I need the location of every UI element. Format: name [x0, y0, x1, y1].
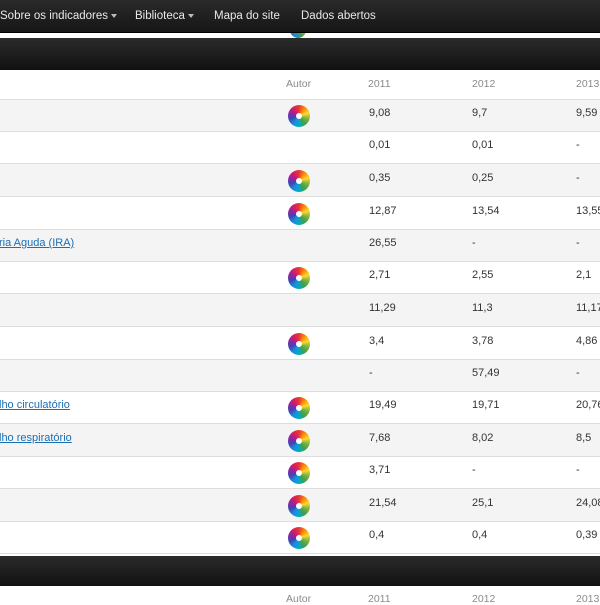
value-cell-2013: - — [576, 367, 580, 379]
header-year-2011: 2011 — [368, 593, 391, 605]
value-cell-2012: 0,25 — [472, 172, 494, 184]
header-year-2012: 2012 — [472, 78, 496, 90]
value-cell-2013: 24,08 — [576, 497, 600, 509]
indicator-name-link[interactable]: ria Aguda (IRA) — [0, 237, 74, 249]
value-cell-2013: 4,86 — [576, 335, 598, 347]
value-cell-2011: - — [369, 367, 373, 379]
nav-sobre-label: Sobre os indicadores — [0, 10, 109, 22]
value-cell-2011: 0,35 — [369, 172, 391, 184]
nav-mapa-do-site[interactable]: Mapa do site — [214, 0, 280, 32]
table-row: ria Aguda (IRA) 26,55 - - — [0, 230, 600, 262]
table-row: 0,35 0,25 - — [0, 164, 600, 197]
table-row: 0,01 0,01 - — [0, 132, 600, 164]
author-logo-icon — [288, 527, 310, 549]
author-logo-icon — [288, 462, 310, 484]
value-cell-2011: 3,4 — [369, 335, 385, 347]
author-logo-icon — [288, 430, 310, 452]
value-cell-2011: 0,4 — [369, 529, 385, 541]
table-row: 2,71 2,55 2,1 — [0, 262, 600, 294]
value-cell-2011: 26,55 — [369, 237, 397, 249]
value-cell-2011: 12,87 — [369, 205, 397, 217]
nav-sobre-os-indicadores[interactable]: Sobre os indicadores — [0, 0, 118, 32]
value-cell-2011: 19,49 — [369, 399, 397, 411]
value-cell-2012: 19,71 — [472, 399, 500, 411]
table-row: 21,54 25,1 24,08 — [0, 489, 600, 522]
value-cell-2011: 2,71 — [369, 269, 391, 281]
author-logo-icon — [288, 267, 310, 289]
value-cell-2013: - — [576, 172, 580, 184]
nav-biblioteca[interactable]: Biblioteca — [135, 0, 194, 32]
caret-down-icon — [187, 13, 194, 18]
value-cell-2013: 11,17 — [576, 302, 600, 314]
value-cell-2012: 25,1 — [472, 497, 494, 509]
table-row: 3,4 3,78 4,86 — [0, 327, 600, 360]
value-cell-2011: 7,68 — [369, 432, 391, 444]
header-year-2013: 2013 — [576, 593, 600, 605]
value-cell-2011: 11,29 — [369, 302, 396, 314]
table-row: lho respiratório 7,68 8,02 8,5 — [0, 424, 600, 457]
table-row: 0,4 0,4 0,39 — [0, 522, 600, 554]
value-cell-2013: 8,5 — [576, 432, 592, 444]
author-logo-icon — [288, 495, 310, 517]
panel-footer — [0, 556, 600, 586]
value-cell-2012: 2,55 — [472, 269, 494, 281]
value-cell-2011: 21,54 — [369, 497, 397, 509]
value-cell-2012: - — [472, 464, 476, 476]
table-row: 12,87 13,54 13,55 — [0, 197, 600, 230]
value-cell-2013: 0,39 — [576, 529, 598, 541]
table-row: 9,08 9,7 9,59 — [0, 100, 600, 132]
nav-dados-abertos[interactable]: Dados abertos — [301, 0, 376, 32]
value-cell-2012: 13,54 — [472, 205, 500, 217]
value-cell-2011: 0,01 — [369, 139, 391, 151]
author-logo-icon — [288, 397, 310, 419]
top-navbar: Sobre os indicadores Biblioteca Mapa do … — [0, 0, 600, 33]
value-cell-2012: - — [472, 237, 476, 249]
table-row: 3,71 - - — [0, 457, 600, 489]
author-logo-icon — [288, 170, 310, 192]
table-row: - 57,49 - — [0, 360, 600, 392]
value-cell-2013: 20,76 — [576, 399, 600, 411]
header-year-2013: 2013 — [576, 78, 600, 90]
header-autor: Autor — [286, 78, 312, 90]
value-cell-2012: 11,3 — [472, 302, 493, 314]
header-year-2011: 2011 — [368, 78, 391, 90]
table-row: 11,29 11,3 11,17 — [0, 294, 600, 327]
table-header-row: Autor 2011 2012 2013 — [0, 70, 600, 100]
value-cell-2013: - — [576, 237, 580, 249]
author-logo-icon — [288, 203, 310, 225]
value-cell-2013: 9,59 — [576, 107, 598, 119]
author-logo-icon — [288, 333, 310, 355]
caret-down-icon — [111, 13, 118, 18]
indicator-name-link[interactable]: lho circulatório — [0, 399, 70, 411]
value-cell-2012: 0,4 — [472, 529, 488, 541]
value-cell-2011: 9,08 — [369, 107, 391, 119]
header-year-2012: 2012 — [472, 593, 496, 605]
value-cell-2013: 13,55 — [576, 205, 600, 217]
nav-biblioteca-label: Biblioteca — [135, 10, 185, 22]
value-cell-2012: 8,02 — [472, 432, 494, 444]
panel-header — [0, 38, 600, 70]
author-logo-icon — [288, 105, 310, 127]
indicator-name-link[interactable]: lho respiratório — [0, 432, 72, 444]
value-cell-2012: 9,7 — [472, 107, 488, 119]
nav-dados-label: Dados abertos — [301, 10, 376, 22]
value-cell-2013: - — [576, 464, 580, 476]
next-table-header-row: Autor 2011 2012 2013 — [0, 586, 600, 605]
header-autor: Autor — [286, 593, 312, 605]
nav-mapa-label: Mapa do site — [214, 10, 280, 22]
value-cell-2013: 2,1 — [576, 269, 592, 281]
value-cell-2011: 3,71 — [369, 464, 391, 476]
value-cell-2012: 0,01 — [472, 139, 494, 151]
value-cell-2013: - — [576, 139, 580, 151]
value-cell-2012: 57,49 — [472, 367, 500, 379]
value-cell-2012: 3,78 — [472, 335, 494, 347]
table-row: lho circulatório 19,49 19,71 20,76 — [0, 392, 600, 424]
